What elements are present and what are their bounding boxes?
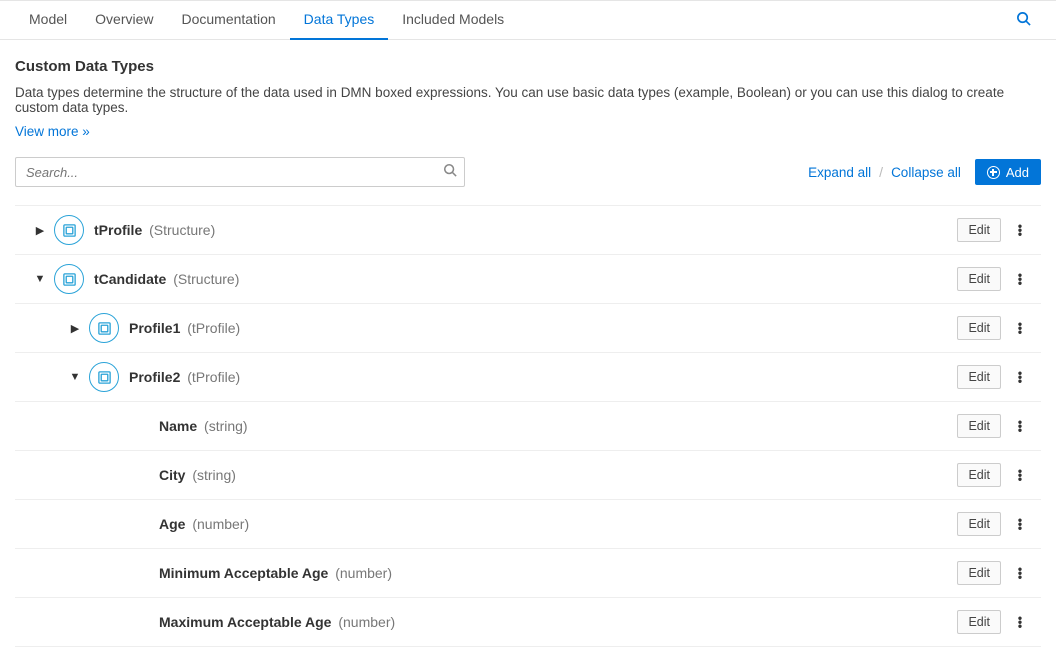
page-description: Data types determine the structure of th… <box>15 85 1041 115</box>
edit-button[interactable]: Edit <box>957 218 1001 242</box>
row-label: Minimum Acceptable Age (number) <box>159 565 392 581</box>
row-label: City (string) <box>159 467 236 483</box>
add-button[interactable]: Add <box>975 159 1041 185</box>
edit-button[interactable]: Edit <box>957 365 1001 389</box>
row-kind: (number) <box>331 565 392 581</box>
table-row: ▶ tProfile (Structure) Edit ••• <box>15 206 1041 255</box>
collapse-all-link[interactable]: Collapse all <box>887 165 965 180</box>
row-kind: (Structure) <box>169 271 239 287</box>
row-label: Profile2 (tProfile) <box>129 369 240 385</box>
row-label: Profile1 (tProfile) <box>129 320 240 336</box>
edit-button[interactable]: Edit <box>957 463 1001 487</box>
tab-model[interactable]: Model <box>15 0 81 40</box>
edit-button[interactable]: Edit <box>957 561 1001 585</box>
data-type-icon <box>89 313 119 343</box>
table-row: ▼ Profile2 (tProfile) Edit ••• <box>15 353 1041 402</box>
row-name: Profile1 <box>129 320 180 336</box>
kebab-icon[interactable]: ••• <box>1009 273 1031 285</box>
row-kind: (string) <box>200 418 247 434</box>
row-name: Name <box>159 418 197 434</box>
kebab-icon[interactable]: ••• <box>1009 567 1031 579</box>
edit-button[interactable]: Edit <box>957 316 1001 340</box>
table-row: ▶Age (number)Edit••• <box>15 500 1041 549</box>
row-kind: (number) <box>188 516 249 532</box>
row-kind: (number) <box>334 614 395 630</box>
global-search-icon[interactable] <box>1006 11 1041 30</box>
data-type-icon <box>54 264 84 294</box>
search-input[interactable] <box>15 157 465 187</box>
row-name: Age <box>159 516 185 532</box>
data-type-list: ▶ tProfile (Structure) Edit ••• ▼ tCandidate … <box>15 205 1041 665</box>
edit-button[interactable]: Edit <box>957 267 1001 291</box>
kebab-icon[interactable]: ••• <box>1009 371 1031 383</box>
expand-all-link[interactable]: Expand all <box>804 165 875 180</box>
row-kind: (string) <box>188 467 235 483</box>
table-row: ▶Minimum Acceptable Age (number)Edit••• <box>15 549 1041 598</box>
data-type-icon <box>54 215 84 245</box>
kebab-icon[interactable]: ••• <box>1009 469 1031 481</box>
tab-included-models[interactable]: Included Models <box>388 0 518 40</box>
separator: / <box>875 164 887 180</box>
row-label: Name (string) <box>159 418 248 434</box>
chevron-down-icon[interactable]: ▼ <box>30 273 50 285</box>
add-button-label: Add <box>1006 165 1029 180</box>
tab-overview[interactable]: Overview <box>81 0 167 40</box>
row-name: Profile2 <box>129 369 180 385</box>
row-label: Maximum Acceptable Age (number) <box>159 614 395 630</box>
row-name: Maximum Acceptable Age <box>159 614 331 630</box>
table-row: ▶Maximum Acceptable Age (number)Edit••• <box>15 598 1041 647</box>
kebab-icon[interactable]: ••• <box>1009 224 1031 236</box>
edit-button[interactable]: Edit <box>957 610 1001 634</box>
table-row: ▼ tCandidate (Structure) Edit ••• <box>15 255 1041 304</box>
row-kind: (tProfile) <box>183 320 240 336</box>
chevron-right-icon[interactable]: ▶ <box>30 224 50 237</box>
chevron-right-icon[interactable]: ▶ <box>65 322 85 335</box>
tab-documentation[interactable]: Documentation <box>168 0 290 40</box>
row-name: tCandidate <box>94 271 166 287</box>
row-label: tCandidate (Structure) <box>94 271 239 287</box>
table-row: ▶City (string)Edit••• <box>15 451 1041 500</box>
kebab-icon[interactable]: ••• <box>1009 518 1031 530</box>
kebab-icon[interactable]: ••• <box>1009 322 1031 334</box>
page-title: Custom Data Types <box>15 58 1041 75</box>
row-label: tProfile (Structure) <box>94 222 215 238</box>
row-label: Age (number) <box>159 516 249 532</box>
data-type-icon <box>89 362 119 392</box>
plus-icon <box>987 166 1000 179</box>
tab-data-types[interactable]: Data Types <box>290 0 389 40</box>
edit-button[interactable]: Edit <box>957 414 1001 438</box>
chevron-down-icon[interactable]: ▼ <box>65 371 85 383</box>
kebab-icon[interactable]: ••• <box>1009 616 1031 628</box>
row-name: City <box>159 467 185 483</box>
row-kind: (Structure) <box>145 222 215 238</box>
view-more-link[interactable]: View more » <box>15 124 90 139</box>
row-kind: (tProfile) <box>183 369 240 385</box>
edit-button[interactable]: Edit <box>957 512 1001 536</box>
tab-bar: Model Overview Documentation Data Types … <box>0 0 1056 40</box>
table-row: ▶Name (string)Edit••• <box>15 402 1041 451</box>
table-row: ▶ Profile1 (tProfile) Edit ••• <box>15 304 1041 353</box>
kebab-icon[interactable]: ••• <box>1009 420 1031 432</box>
row-name: Minimum Acceptable Age <box>159 565 328 581</box>
row-name: tProfile <box>94 222 142 238</box>
